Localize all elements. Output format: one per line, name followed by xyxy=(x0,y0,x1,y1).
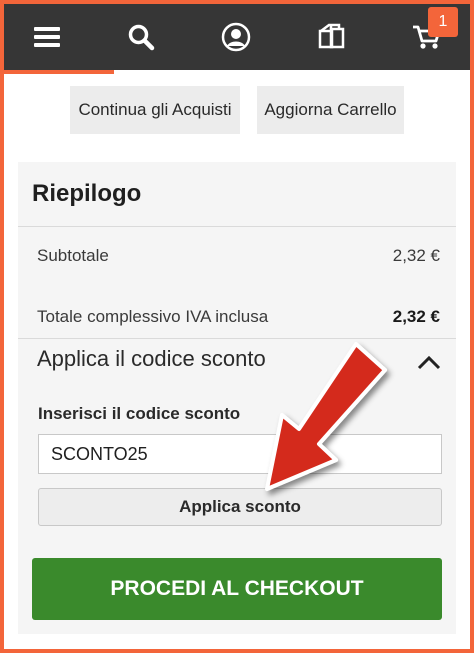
order-summary: Riepilogo Subtotale 2,32 € Totale comple… xyxy=(18,162,456,634)
compare-icon[interactable] xyxy=(309,14,355,60)
coupon-field-label: Inserisci il codice sconto xyxy=(38,404,241,423)
active-nav-indicator xyxy=(4,70,114,74)
search-icon[interactable] xyxy=(118,14,164,60)
summary-title: Riepilogo xyxy=(32,180,142,207)
update-cart-button[interactable]: Aggiorna Carrello xyxy=(257,86,404,134)
coupon-section-toggle[interactable]: Applica il codice sconto xyxy=(37,346,266,372)
continue-shopping-button[interactable]: Continua gli Acquisti xyxy=(70,86,240,134)
subtotal-value: 2,32 € xyxy=(392,246,440,265)
account-icon[interactable] xyxy=(213,14,259,60)
checkout-button[interactable]: PROCEDI AL CHECKOUT xyxy=(32,558,442,620)
divider xyxy=(18,226,456,227)
top-nav-bar: 1 xyxy=(4,4,470,70)
total-label: Totale complessivo IVA inclusa xyxy=(37,307,269,326)
apply-coupon-button[interactable]: Applica sconto xyxy=(38,488,442,526)
page-frame: 1 Continua gli Acquisti Aggiorna Carrell… xyxy=(4,4,470,649)
chevron-up-icon[interactable] xyxy=(416,352,442,372)
subtotal-label: Subtotale xyxy=(37,246,109,265)
cart-count-badge: 1 xyxy=(428,7,458,37)
divider xyxy=(18,338,456,339)
coupon-code-input[interactable] xyxy=(38,434,442,474)
menu-icon[interactable] xyxy=(24,14,70,60)
total-value: 2,32 € xyxy=(392,307,440,326)
